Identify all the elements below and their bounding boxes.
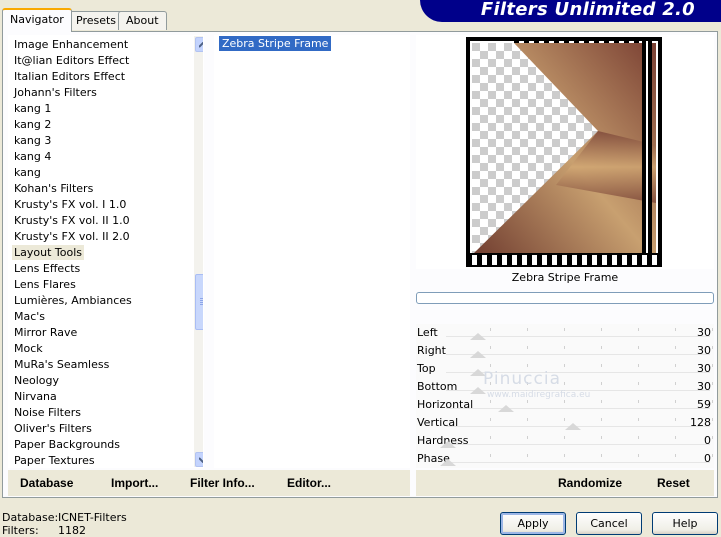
slider-handle[interactable] xyxy=(565,423,581,430)
slider-right[interactable]: Right 30 xyxy=(416,342,714,360)
filter-list[interactable]: Zebra Stripe Frame xyxy=(214,35,410,468)
database-value: ICNET-Filters xyxy=(58,511,127,524)
category-item[interactable]: Krusty's FX vol. II 2.0 xyxy=(12,229,132,244)
filter-item[interactable]: Zebra Stripe Frame xyxy=(219,36,332,51)
category-item[interactable]: Mac's xyxy=(12,309,47,324)
slider-hardness[interactable]: Hardness 0 xyxy=(416,432,714,450)
chevron-up-icon xyxy=(199,42,203,48)
watermark-name: Pinuccia xyxy=(483,369,561,389)
category-item[interactable]: kang xyxy=(12,165,43,180)
apply-button[interactable]: Apply xyxy=(500,512,566,535)
category-item[interactable]: Image Enhancement xyxy=(12,37,130,52)
category-item[interactable]: Oliver's Filters xyxy=(12,421,94,436)
category-item[interactable]: Lens Flares xyxy=(12,277,78,292)
slider-value: 30 xyxy=(697,380,711,393)
cancel-button[interactable]: Cancel xyxy=(576,512,642,535)
slider-track[interactable] xyxy=(446,444,710,445)
database-label: Database xyxy=(20,476,74,490)
category-item[interactable]: Neology xyxy=(12,373,61,388)
filters-count: 1182 xyxy=(58,524,86,537)
banner-title: Filters Unlimited 2.0 xyxy=(480,0,695,20)
slider-label: Bottom xyxy=(417,380,458,393)
preview-image xyxy=(466,37,662,267)
preview-filter-name: Zebra Stripe Frame xyxy=(511,271,619,284)
status-filters: Filters: 1182 xyxy=(2,524,86,537)
category-item[interactable]: kang 1 xyxy=(12,101,53,116)
category-item[interactable]: Nirvana xyxy=(12,389,59,404)
title-banner: Filters Unlimited 2.0 xyxy=(420,0,721,22)
progress-bar xyxy=(416,292,714,304)
slider-vertical[interactable]: Vertical 128 xyxy=(416,414,714,432)
category-item[interactable]: Krusty's FX vol. I 1.0 xyxy=(12,197,128,212)
category-item[interactable]: Lens Effects xyxy=(12,261,82,276)
slider-label: Right xyxy=(417,344,446,357)
slider-value: 59 xyxy=(697,398,711,411)
slider-value: 0 xyxy=(704,452,711,465)
slider-value: 128 xyxy=(690,416,711,429)
slider-value: 30 xyxy=(697,326,711,339)
category-item[interactable]: Johann's Filters xyxy=(12,85,99,100)
tab-navigator[interactable]: Navigator xyxy=(2,8,72,32)
status-database: Database: ICNET-Filters xyxy=(2,511,127,524)
chevron-down-icon xyxy=(199,457,203,463)
scroll-thumb[interactable] xyxy=(195,274,203,330)
category-item[interactable]: kang 2 xyxy=(12,117,53,132)
slider-handle[interactable] xyxy=(470,351,486,358)
category-item[interactable]: Mock xyxy=(12,341,45,356)
slider-label: Left xyxy=(417,326,438,339)
tab-presets[interactable]: Presets xyxy=(68,11,125,30)
slider-handle[interactable] xyxy=(440,441,456,448)
scroll-up-button[interactable] xyxy=(195,37,203,52)
scroll-down-button[interactable] xyxy=(195,452,203,467)
slider-value: 30 xyxy=(697,362,711,375)
slider-value: 0 xyxy=(704,434,711,447)
slider-track[interactable] xyxy=(446,462,710,463)
tab-about[interactable]: About xyxy=(118,11,167,30)
slider-track[interactable] xyxy=(446,408,710,409)
filters-label: Filters: xyxy=(2,524,39,537)
import-link[interactable]: Import... xyxy=(111,476,158,490)
reset-link[interactable]: Reset xyxy=(657,476,690,490)
category-item[interactable]: Mirror Rave xyxy=(12,325,79,340)
category-item[interactable]: Italian Editors Effect xyxy=(12,69,127,84)
slider-handle[interactable] xyxy=(440,459,456,466)
help-button[interactable]: Help xyxy=(652,512,718,535)
category-item[interactable]: Paper Backgrounds xyxy=(12,437,122,452)
category-item[interactable]: It@lian Editors Effect xyxy=(12,53,131,68)
slider-label: Vertical xyxy=(417,416,459,429)
category-item[interactable]: kang 4 xyxy=(12,149,53,164)
category-item[interactable]: Noise Filters xyxy=(12,405,83,420)
category-list[interactable]: Paper Textures Paper Backgrounds Oliver's … xyxy=(8,35,204,468)
category-item[interactable]: MuRa's Seamless xyxy=(12,357,111,372)
slider-label: Horizontal xyxy=(417,398,474,411)
category-item[interactable]: Layout Tools xyxy=(12,245,84,260)
category-item[interactable]: Paper Textures xyxy=(12,453,97,467)
slider-handle[interactable] xyxy=(498,405,514,412)
preview-area xyxy=(416,35,714,269)
editor-link[interactable]: Editor... xyxy=(287,476,331,490)
category-item[interactable]: Kohan's Filters xyxy=(12,181,95,196)
slider-phase[interactable]: Phase 0 xyxy=(416,450,714,468)
filter-info-link[interactable]: Filter Info... xyxy=(190,476,255,490)
slider-value: 30 xyxy=(697,344,711,357)
category-item[interactable]: kang 3 xyxy=(12,133,53,148)
slider-left[interactable]: Left 30 xyxy=(416,324,714,342)
category-item[interactable]: Krusty's FX vol. II 1.0 xyxy=(12,213,132,228)
category-scrollbar[interactable] xyxy=(194,36,203,467)
slider-top[interactable]: Top 30 xyxy=(416,360,714,378)
watermark-site: www.maidiregrafica.eu xyxy=(487,390,591,400)
database-label: Database: xyxy=(2,511,59,524)
category-item[interactable]: Lumières, Ambiances xyxy=(12,293,134,308)
slider-handle[interactable] xyxy=(470,333,486,340)
randomize-link[interactable]: Randomize xyxy=(558,476,622,490)
slider-label: Top xyxy=(417,362,436,375)
database-link[interactable]: Database xyxy=(20,476,73,490)
